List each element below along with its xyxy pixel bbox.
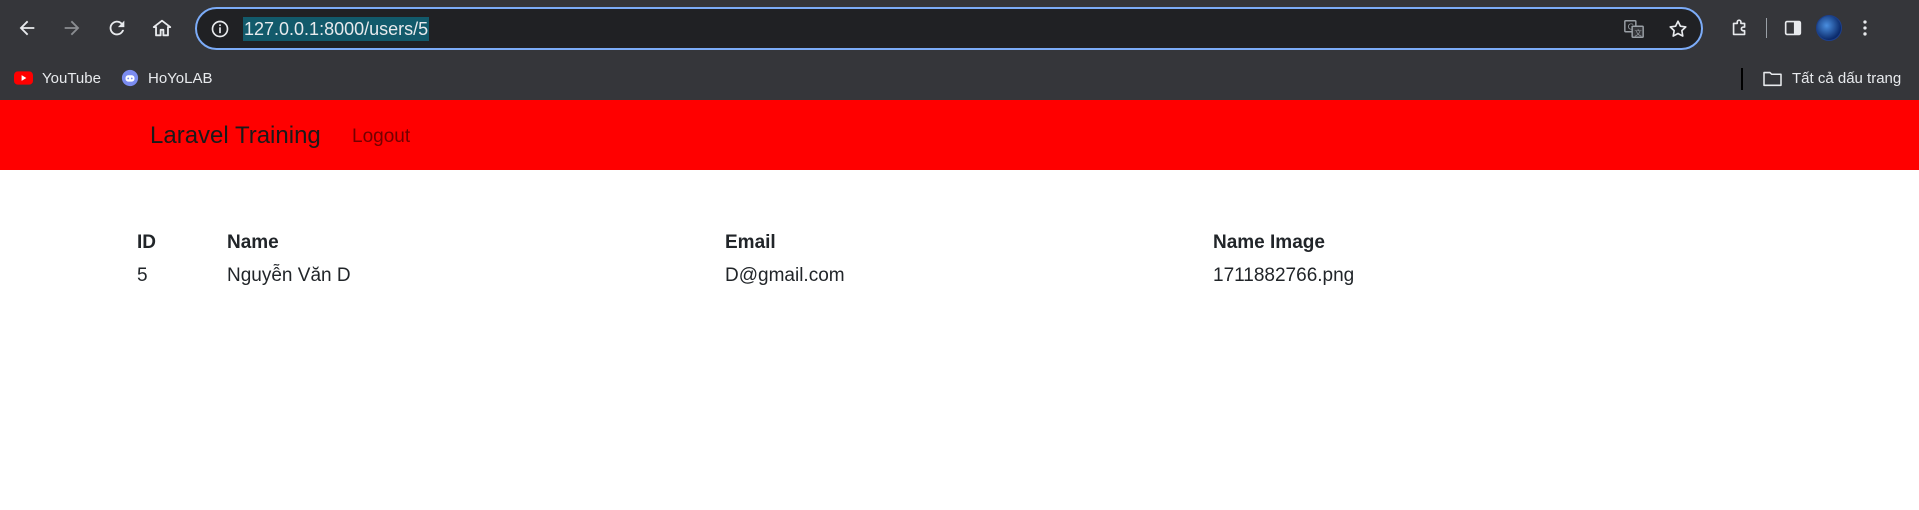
all-bookmarks-label: Tất cả dấu trang (1792, 69, 1902, 87)
profile-avatar[interactable] (1811, 10, 1847, 46)
cell-name: Nguyễn Văn D (227, 265, 351, 286)
url-text[interactable]: 127.0.0.1:8000/users/5 (243, 16, 430, 41)
browser-right-tools (1722, 10, 1883, 46)
folder-icon (1763, 71, 1782, 86)
site-navbar: Laravel Training Logout (0, 100, 1919, 170)
svg-text:文: 文 (1634, 28, 1642, 37)
column-header-id: ID (137, 232, 156, 253)
navbar-brand[interactable]: Laravel Training (150, 122, 321, 150)
kebab-menu-icon[interactable] (1847, 10, 1883, 46)
column-header-email: Email (725, 232, 776, 253)
home-button[interactable] (144, 10, 180, 46)
avatar (1816, 15, 1842, 41)
browser-chrome: 127.0.0.1:8000/users/5 G文 YouTube HoYoLA… (0, 0, 1919, 100)
cell-email: D@gmail.com (725, 265, 845, 286)
bookmarks-bar: YouTube HoYoLAB Tất cả dấu trang (0, 56, 1919, 100)
cell-name-image: 1711882766.png (1213, 265, 1355, 286)
arrow-left-icon (19, 20, 35, 36)
translate-icon[interactable]: G文 (1621, 16, 1647, 42)
column-header-name: Name (227, 232, 279, 253)
reload-button[interactable] (99, 10, 135, 46)
cell-id: 5 (137, 265, 148, 286)
back-button[interactable] (9, 10, 45, 46)
bookmark-hoyolab[interactable]: HoYoLAB (121, 67, 213, 89)
bookmarks-divider (1741, 68, 1743, 90)
all-bookmarks-button[interactable]: Tất cả dấu trang (1762, 67, 1901, 89)
forward-button[interactable] (54, 10, 90, 46)
toolbar-divider (1766, 18, 1767, 38)
youtube-icon (14, 71, 33, 85)
arrow-right-icon (64, 20, 80, 36)
reload-icon (109, 20, 125, 36)
puzzle-icon[interactable] (1722, 10, 1758, 46)
browser-toolbar: 127.0.0.1:8000/users/5 G文 (0, 0, 1919, 56)
bookmark-label: HoYoLAB (148, 69, 213, 87)
logout-link[interactable]: Logout (352, 126, 410, 148)
bookmark-label: YouTube (42, 69, 101, 87)
column-header-name-image: Name Image (1213, 232, 1325, 253)
hoyolab-icon (121, 69, 139, 87)
star-icon[interactable] (1665, 16, 1691, 42)
info-icon[interactable] (207, 16, 233, 42)
home-icon (152, 19, 172, 37)
address-bar[interactable]: 127.0.0.1:8000/users/5 G文 (195, 7, 1703, 50)
bookmark-youtube[interactable]: YouTube (14, 67, 101, 89)
side-panel-icon[interactable] (1775, 10, 1811, 46)
